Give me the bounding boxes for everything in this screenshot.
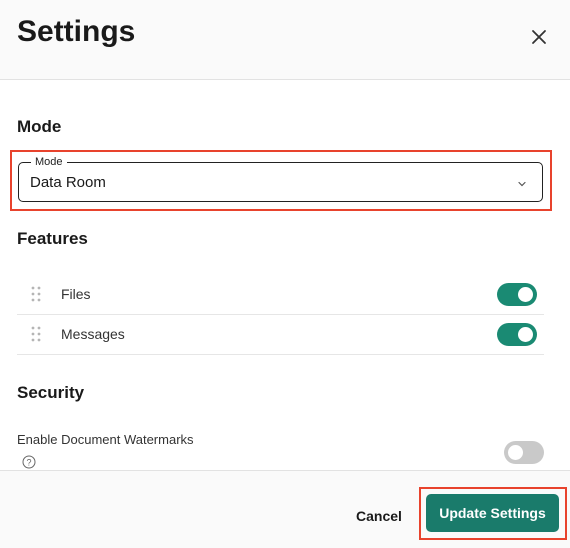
drag-handle-icon[interactable] <box>31 286 41 302</box>
watermark-label: Enable Document Watermarks <box>17 432 194 447</box>
messages-toggle[interactable] <box>497 323 537 346</box>
mode-select-label: Mode <box>31 156 67 168</box>
watermark-toggle[interactable] <box>504 441 544 464</box>
mode-select[interactable]: Mode Data Room <box>18 156 543 202</box>
feature-row-messages: Messages <box>17 314 544 355</box>
chevron-down-icon <box>516 177 528 189</box>
feature-label-messages: Messages <box>61 326 125 342</box>
dialog-title: Settings <box>17 15 136 48</box>
dialog-header: Settings <box>0 0 570 80</box>
update-settings-button[interactable]: Update Settings <box>426 494 559 532</box>
feature-label-files: Files <box>61 286 91 302</box>
toggle-knob <box>518 327 533 342</box>
feature-row-files: Files <box>17 274 544 315</box>
features-section-title: Features <box>17 229 88 248</box>
security-section-title: Security <box>17 383 85 402</box>
mode-select-value: Data Room <box>30 174 106 191</box>
help-icon[interactable]: ? <box>22 455 36 469</box>
drag-handle-icon[interactable] <box>31 326 41 342</box>
close-icon[interactable] <box>526 24 552 50</box>
mode-section-title: Mode <box>17 117 62 136</box>
files-toggle[interactable] <box>497 283 537 306</box>
cancel-button[interactable]: Cancel <box>348 504 410 528</box>
toggle-knob <box>518 287 533 302</box>
svg-text:?: ? <box>26 457 31 467</box>
toggle-knob <box>508 445 523 460</box>
